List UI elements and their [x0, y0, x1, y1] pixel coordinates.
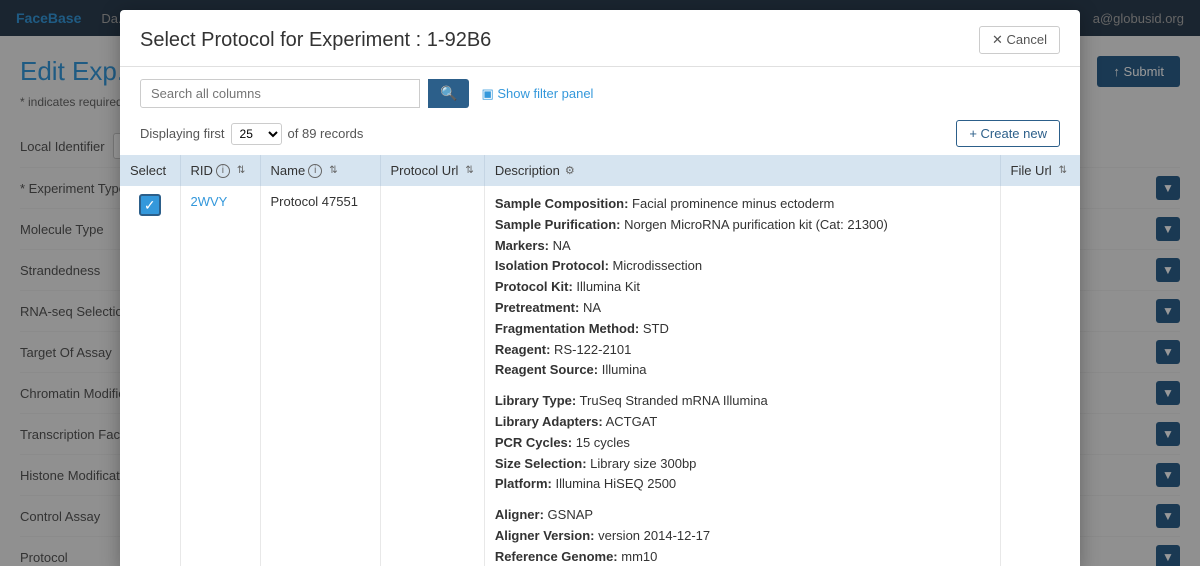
protocol-table: Select RID i ⇅ Name i	[120, 155, 1080, 566]
protocol-table-wrap: Select RID i ⇅ Name i	[120, 155, 1080, 566]
search-icon: 🔍	[440, 85, 457, 101]
rid-sort-icon: ⇅	[237, 165, 245, 176]
table-row: ✓ 2WVY Protocol 47551 Sample Composition…	[120, 186, 1080, 566]
description-section-1: Sample Composition: Facial prominence mi…	[495, 194, 990, 381]
description-section-3: Aligner: GSNAP Aligner Version: version …	[495, 505, 990, 566]
modal-title: Select Protocol for Experiment : 1-92B6	[140, 29, 491, 52]
rid-info-icon: i	[216, 164, 230, 178]
modal-header: Select Protocol for Experiment : 1-92B6 …	[120, 10, 1080, 67]
th-file-url[interactable]: File Url ⇅	[1000, 155, 1080, 186]
modal-search-bar: 🔍 ▣ Show filter panel	[120, 67, 1080, 116]
total-records-label: of 89 records	[288, 126, 364, 141]
cell-select[interactable]: ✓	[120, 186, 180, 566]
cell-file-url	[1000, 186, 1080, 566]
records-bar: Displaying first 25 10 50 100 200 of 89 …	[120, 116, 1080, 155]
page-size-select[interactable]: 25 10 50 100 200	[231, 123, 282, 145]
modal-overlay: Select Protocol for Experiment : 1-92B6 …	[0, 0, 1200, 566]
cell-rid: 2WVY	[180, 186, 260, 566]
th-name[interactable]: Name i ⇅	[260, 155, 380, 186]
cell-name: Protocol 47551	[260, 186, 380, 566]
table-header-row: Select RID i ⇅ Name i	[120, 155, 1080, 186]
name-info-icon: i	[308, 164, 322, 178]
displaying-label: Displaying first	[140, 126, 225, 141]
filter-panel-toggle[interactable]: ▣ Show filter panel	[481, 86, 593, 102]
protocol-url-sort-icon: ⇅	[465, 165, 473, 176]
th-select: Select	[120, 155, 180, 186]
th-rid[interactable]: RID i ⇅	[180, 155, 260, 186]
records-info: Displaying first 25 10 50 100 200 of 89 …	[140, 123, 363, 145]
description-section-2: Library Type: TruSeq Stranded mRNA Illum…	[495, 391, 990, 495]
search-button[interactable]: 🔍	[428, 79, 469, 108]
create-new-button[interactable]: + Create new	[956, 120, 1060, 147]
rid-link[interactable]: 2WVY	[191, 194, 228, 209]
th-protocol-url[interactable]: Protocol Url ⇅	[380, 155, 484, 186]
description-config-icon: ⚙	[565, 164, 575, 177]
modal-dialog: Select Protocol for Experiment : 1-92B6 …	[120, 10, 1080, 566]
search-input[interactable]	[140, 79, 420, 108]
cell-protocol-url	[380, 186, 484, 566]
cancel-button[interactable]: ✕ Cancel	[979, 26, 1060, 54]
row-select-checkbox[interactable]: ✓	[139, 194, 161, 216]
file-url-sort-icon: ⇅	[1059, 165, 1067, 176]
name-sort-icon: ⇅	[329, 165, 337, 176]
th-description: Description ⚙	[484, 155, 1000, 186]
cell-description: Sample Composition: Facial prominence mi…	[484, 186, 1000, 566]
